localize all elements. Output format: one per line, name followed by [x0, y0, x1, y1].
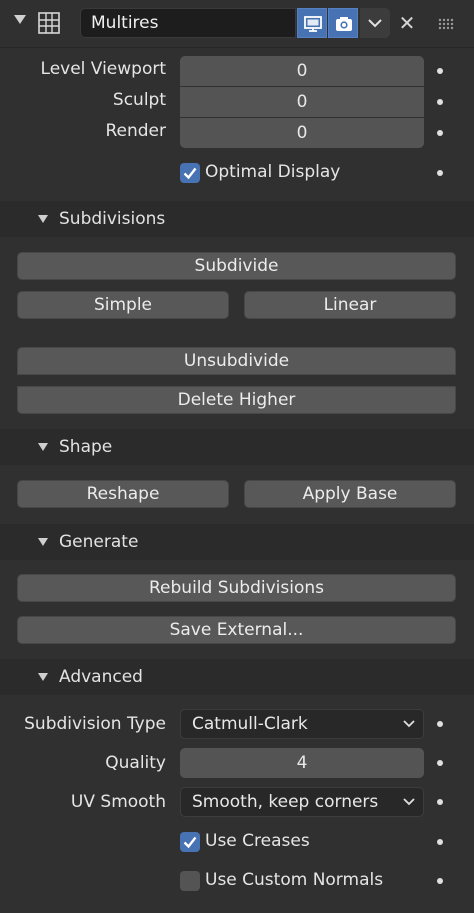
use-creases-label: Use Creases	[205, 831, 310, 851]
chevron-down-icon	[403, 720, 415, 728]
subdivision-type-select[interactable]: Catmull-Clark	[180, 709, 424, 739]
keyframe-dot-icon[interactable]	[437, 99, 443, 105]
shape-subpanel-header[interactable]: Shape	[0, 429, 474, 465]
checkmark-icon	[183, 167, 197, 180]
shape-title: Shape	[59, 437, 113, 457]
keyframe-dot-icon[interactable]	[437, 170, 443, 176]
subdivisions-title: Subdivisions	[59, 209, 166, 229]
reshape-button[interactable]: Reshape	[17, 480, 229, 508]
generate-subpanel-header[interactable]: Generate	[0, 524, 474, 560]
monitor-icon	[304, 16, 322, 32]
checkmark-icon	[183, 836, 197, 849]
use-custom-normals-label: Use Custom Normals	[205, 870, 384, 890]
expand-arrow-icon	[38, 673, 48, 681]
quality-field[interactable]: 4	[180, 748, 424, 778]
optimal-display-checkbox[interactable]	[180, 163, 200, 183]
delete-higher-button[interactable]: Delete Higher	[17, 386, 456, 414]
subdivision-type-label: Subdivision Type	[24, 714, 166, 734]
keyframe-dot-icon[interactable]	[437, 721, 443, 727]
save-external-button[interactable]: Save External...	[17, 616, 456, 644]
expand-arrow-icon	[38, 443, 48, 451]
uv-smooth-select[interactable]: Smooth, keep corners	[180, 787, 424, 817]
use-creases-checkbox[interactable]	[180, 832, 200, 852]
keyframe-dot-icon[interactable]	[437, 760, 443, 766]
camera-icon	[336, 17, 352, 31]
show-in-viewport-toggle[interactable]	[297, 8, 327, 38]
modifier-panel: Multires ✕ Level Viewport 0 Sculpt 0 Ren…	[0, 0, 474, 913]
simple-button[interactable]: Simple	[17, 291, 229, 319]
keyframe-dot-icon[interactable]	[437, 68, 443, 74]
linear-button[interactable]: Linear	[244, 291, 456, 319]
keyframe-dot-icon[interactable]	[437, 878, 443, 884]
use-custom-normals-checkbox[interactable]	[180, 871, 200, 891]
level-viewport-label: Level Viewport	[40, 59, 166, 79]
advanced-subpanel-header[interactable]: Advanced	[0, 659, 474, 695]
keyframe-dot-icon[interactable]	[437, 130, 443, 136]
drag-grip-icon[interactable]	[438, 18, 456, 30]
generate-title: Generate	[59, 532, 139, 552]
chevron-down-icon	[368, 19, 382, 28]
subdivision-type-value: Catmull-Clark	[192, 714, 308, 734]
modifier-options-dropdown[interactable]	[360, 8, 390, 38]
render-label: Render	[105, 121, 166, 141]
multires-modifier-icon	[38, 12, 60, 34]
keyframe-dot-icon[interactable]	[437, 839, 443, 845]
apply-base-button[interactable]: Apply Base	[244, 480, 456, 508]
subdivide-button[interactable]: Subdivide	[17, 252, 456, 280]
chevron-down-icon	[403, 798, 415, 806]
modifier-body: Level Viewport 0 Sculpt 0 Render 0 Optim…	[0, 48, 474, 913]
render-level-field[interactable]: 0	[180, 118, 424, 148]
keyframe-dot-icon[interactable]	[437, 799, 443, 805]
expand-arrow-icon	[38, 538, 48, 546]
rebuild-subdivisions-button[interactable]: Rebuild Subdivisions	[17, 574, 456, 602]
level-viewport-field[interactable]: 0	[180, 56, 424, 86]
modifier-header: Multires ✕	[0, 0, 474, 48]
close-icon[interactable]: ✕	[396, 8, 418, 38]
modifier-name-field[interactable]: Multires	[80, 8, 296, 38]
expand-arrow-icon	[38, 215, 48, 223]
sculpt-label: Sculpt	[112, 90, 166, 110]
advanced-title: Advanced	[59, 667, 143, 687]
sculpt-level-field[interactable]: 0	[180, 87, 424, 117]
uv-smooth-label: UV Smooth	[70, 792, 166, 812]
subdivisions-subpanel-header[interactable]: Subdivisions	[0, 201, 474, 237]
quality-label: Quality	[105, 753, 166, 773]
show-in-render-toggle[interactable]	[328, 8, 358, 38]
optimal-display-label: Optimal Display	[205, 162, 341, 182]
uv-smooth-value: Smooth, keep corners	[192, 792, 379, 812]
unsubdivide-button[interactable]: Unsubdivide	[17, 347, 456, 375]
collapse-arrow-icon[interactable]	[14, 15, 26, 24]
